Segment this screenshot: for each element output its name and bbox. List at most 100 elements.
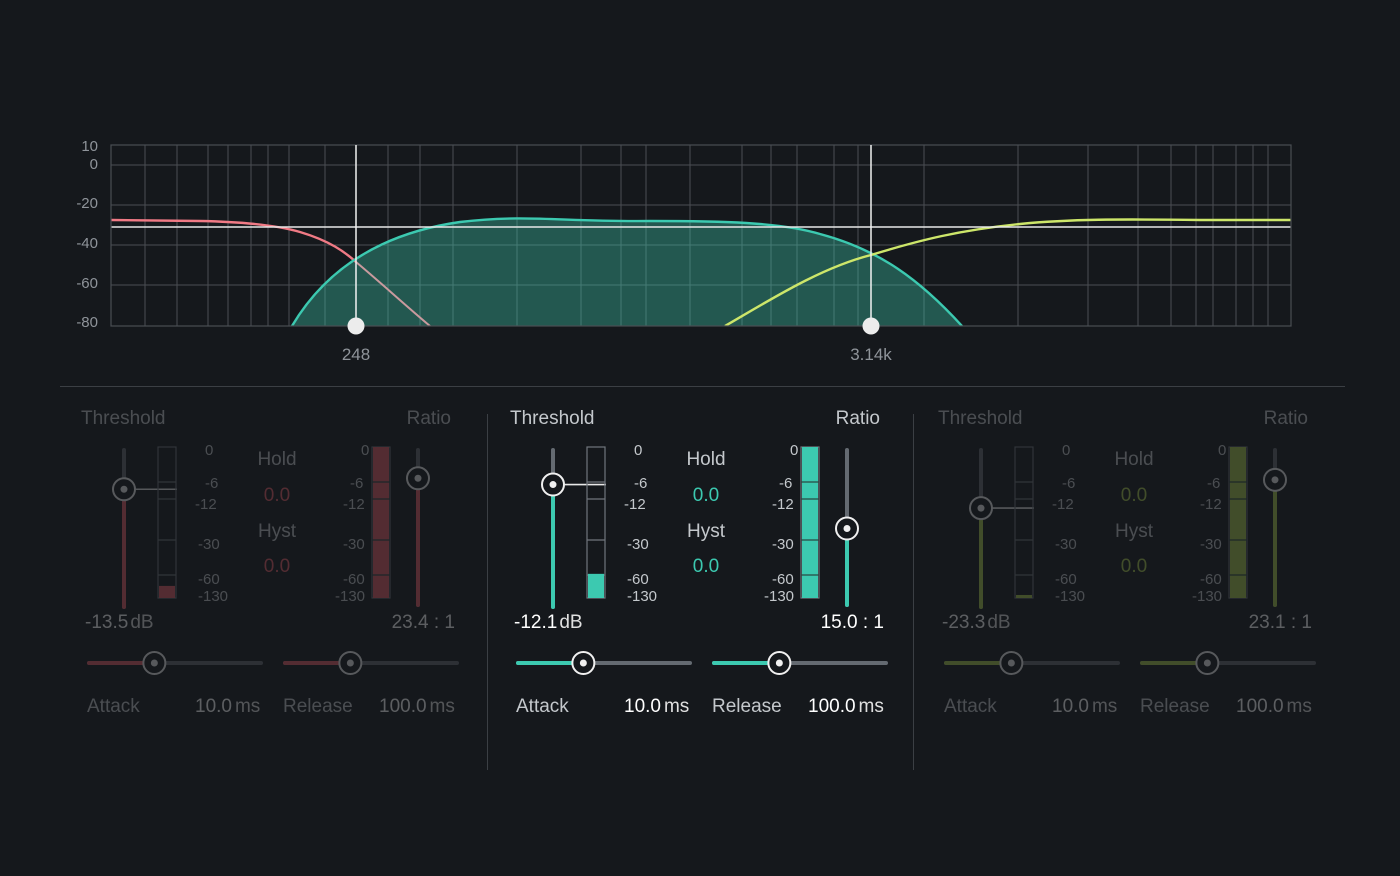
ratio-label: Ratio (406, 408, 451, 429)
release-value[interactable]: 100.0 ms (808, 697, 884, 716)
band-panel-2: Threshold Ratio 0 -6 -12 -30 -60 -130 0 … (502, 400, 912, 740)
meter-tick: -130 (764, 588, 795, 605)
threshold-value[interactable]: -13.5 dB (85, 613, 154, 632)
attack-value[interactable]: 10.0 ms (624, 697, 689, 716)
db-tick-label: -80 (76, 314, 98, 331)
release-slider[interactable] (1140, 651, 1316, 675)
meter-tick: -12 (343, 496, 365, 513)
hyst-label: Hyst (1115, 521, 1153, 542)
threshold-slider[interactable] (969, 448, 1034, 609)
meter-tick: -60 (772, 571, 794, 588)
meter-tick: -6 (1062, 475, 1076, 492)
threshold-label: Threshold (81, 408, 166, 429)
hold-value[interactable]: 0.0 (676, 486, 736, 505)
band-divider (913, 414, 914, 770)
meter-tick: 0 (361, 442, 370, 459)
meter-tick: -6 (779, 475, 793, 492)
meter-tick: 0 (1218, 442, 1227, 459)
meter-tick: -6 (634, 475, 648, 492)
threshold-value[interactable]: -12.1 dB (514, 613, 583, 632)
meter-tick: -30 (343, 536, 365, 553)
meter-tick: -130 (198, 588, 229, 605)
attack-slider[interactable] (87, 651, 263, 675)
meter-tick: -12 (1052, 496, 1074, 513)
meter-tick: 0 (790, 442, 799, 459)
attack-label: Attack (87, 696, 140, 717)
db-tick-label: -60 (76, 275, 98, 292)
attack-slider[interactable] (516, 651, 692, 675)
release-slider[interactable] (712, 651, 888, 675)
threshold-knob-dot (120, 485, 128, 493)
input-level-meter (157, 446, 177, 599)
meter-tick: -30 (627, 536, 649, 553)
ratio-value[interactable]: 23.4 : 1 (392, 613, 455, 632)
ratio-slider[interactable] (406, 448, 430, 607)
meter-tick: -60 (343, 571, 365, 588)
ratio-slider[interactable] (835, 448, 859, 607)
attack-knob-dot (150, 659, 158, 667)
threshold-knob-dot (977, 504, 985, 512)
threshold-label: Threshold (510, 408, 595, 429)
input-level-meter (586, 446, 606, 599)
threshold-slider[interactable] (112, 448, 177, 609)
crossover-handle-1[interactable] (347, 317, 365, 335)
hold-value[interactable]: 0.0 (247, 486, 307, 505)
meter-tick: -30 (1055, 536, 1077, 553)
hyst-value[interactable]: 0.0 (247, 557, 307, 576)
meter-tick: -130 (1055, 588, 1086, 605)
meter-tick: -30 (1200, 536, 1222, 553)
meter-tick: 0 (1062, 442, 1071, 459)
meter-tick: -30 (198, 536, 220, 553)
hyst-value[interactable]: 0.0 (676, 557, 736, 576)
ratio-value[interactable]: 15.0 : 1 (821, 613, 884, 632)
crossover-freq-2: 3.14k (850, 345, 892, 364)
gain-reduction-meter (371, 446, 391, 599)
hyst-label: Hyst (687, 521, 725, 542)
release-label: Release (712, 696, 782, 717)
meter-tick: -6 (350, 475, 364, 492)
meter-tick: -12 (624, 496, 646, 513)
meter-tick: -60 (198, 571, 220, 588)
hold-label: Hold (686, 449, 726, 470)
meter-tick: -6 (1207, 475, 1221, 492)
attack-knob-dot (579, 659, 587, 667)
ratio-slider[interactable] (1263, 448, 1287, 607)
gain-reduction-meter (800, 446, 820, 599)
gain-reduction-meter (1228, 446, 1248, 599)
meter-tick: 0 (634, 442, 643, 459)
ratio-knob-dot (843, 525, 851, 532)
eq-graph[interactable]: 10 0 -20 -40 -60 -80 248 3.14k (0, 0, 1400, 380)
threshold-value[interactable]: -23.3 dB (942, 613, 1011, 632)
threshold-label: Threshold (938, 408, 1023, 429)
release-value[interactable]: 100.0 ms (1236, 697, 1312, 716)
release-knob-dot (1203, 659, 1211, 667)
release-label: Release (283, 696, 353, 717)
attack-value[interactable]: 10.0 ms (195, 697, 260, 716)
hold-label: Hold (1114, 449, 1154, 470)
crossover-freq-1: 248 (342, 345, 370, 364)
db-tick-label: 10 (81, 138, 98, 155)
meter-tick: -60 (1055, 571, 1077, 588)
db-tick-label: -40 (76, 235, 98, 252)
attack-label: Attack (944, 696, 997, 717)
attack-knob-dot (1007, 659, 1015, 667)
mid-band-fill (292, 218, 962, 326)
attack-value[interactable]: 10.0 ms (1052, 697, 1117, 716)
db-tick-label: -20 (76, 195, 98, 212)
release-value[interactable]: 100.0 ms (379, 697, 455, 716)
meter-tick: -6 (205, 475, 219, 492)
attack-slider[interactable] (944, 651, 1120, 675)
meter-tick: -130 (335, 588, 366, 605)
input-meter-fill (1016, 594, 1032, 598)
ratio-knob-dot (414, 474, 422, 482)
hold-value[interactable]: 0.0 (1104, 486, 1164, 505)
release-slider[interactable] (283, 651, 459, 675)
meter-tick: -12 (1200, 496, 1222, 513)
crossover-handle-2[interactable] (862, 317, 880, 335)
release-label: Release (1140, 696, 1210, 717)
db-axis: 10 0 -20 -40 -60 -80 (76, 138, 98, 331)
ratio-value[interactable]: 23.1 : 1 (1249, 613, 1312, 632)
release-knob-dot (775, 659, 783, 667)
hyst-value[interactable]: 0.0 (1104, 557, 1164, 576)
meter-tick: 0 (205, 442, 214, 459)
